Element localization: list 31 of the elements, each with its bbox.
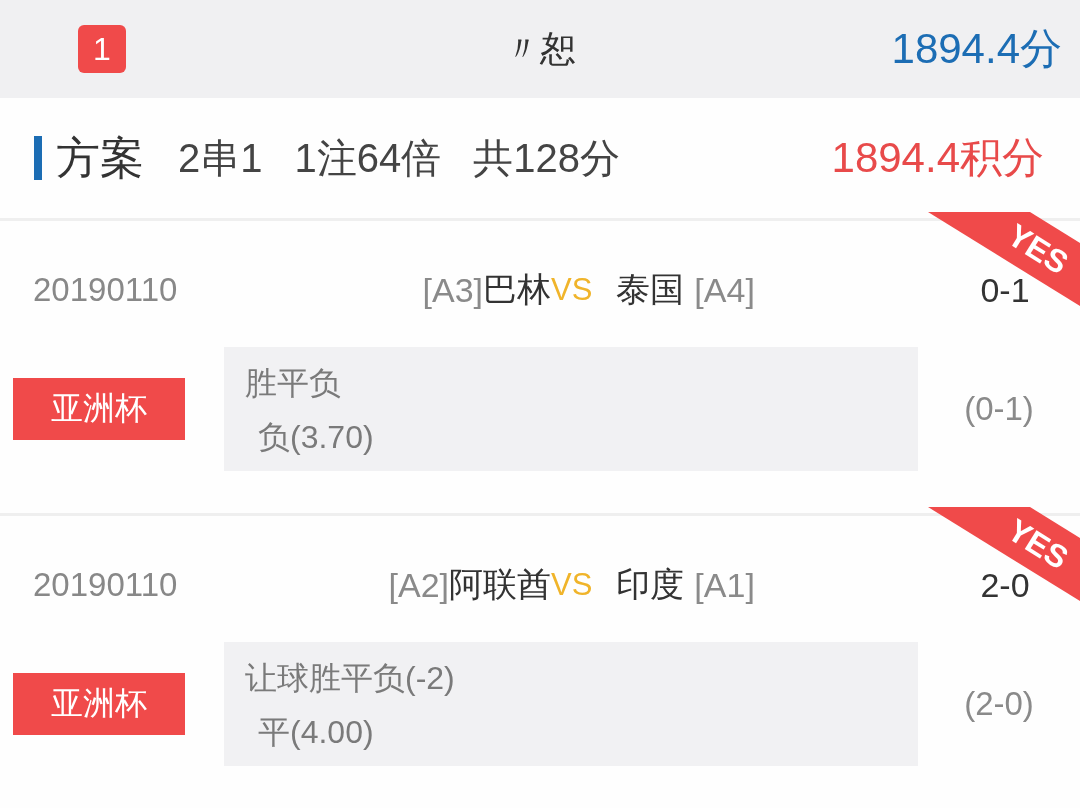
pick-label: 平(4.00): [257, 713, 374, 752]
plan-winnings: 1894.4积分: [831, 133, 1044, 183]
match-score: 0-1: [979, 270, 1030, 310]
result-score: (2-0): [964, 685, 1034, 723]
market-label: 让球胜平负(-2): [245, 659, 455, 698]
combo-type: 2串1: [178, 134, 263, 182]
vs-label: VS: [551, 272, 593, 308]
accent-bar-icon: [34, 136, 42, 180]
team-group-label: [A1]: [694, 565, 755, 605]
match-date: 20190110: [33, 566, 179, 604]
plan-label: 方案: [56, 131, 144, 184]
team-name: 泰国: [616, 269, 685, 310]
total-stake: 共128分: [473, 134, 620, 182]
team-name: 巴林: [483, 269, 551, 310]
league-tag: 亚洲杯: [13, 673, 185, 735]
league-tag: 亚洲杯: [13, 378, 185, 440]
market-label: 胜平负: [245, 364, 341, 403]
team-name: 阿联酋: [449, 564, 551, 605]
team-group-label: [A2]: [388, 565, 449, 605]
match-score: 2-0: [979, 565, 1030, 605]
team-group-label: [A3]: [422, 270, 483, 310]
pick-label: 负(3.70): [257, 418, 374, 457]
bet-multiplier: 1注64倍: [294, 134, 442, 182]
vs-label: VS: [551, 567, 593, 603]
team-group-label: [A4]: [694, 270, 755, 310]
match-date: 20190110: [33, 271, 179, 309]
team-name: 印度: [616, 564, 685, 605]
count-badge: 1: [78, 25, 126, 73]
result-score: (0-1): [964, 390, 1034, 428]
points-balance: 1894.4分: [891, 24, 1062, 74]
page-title: 〃恕: [504, 26, 576, 71]
